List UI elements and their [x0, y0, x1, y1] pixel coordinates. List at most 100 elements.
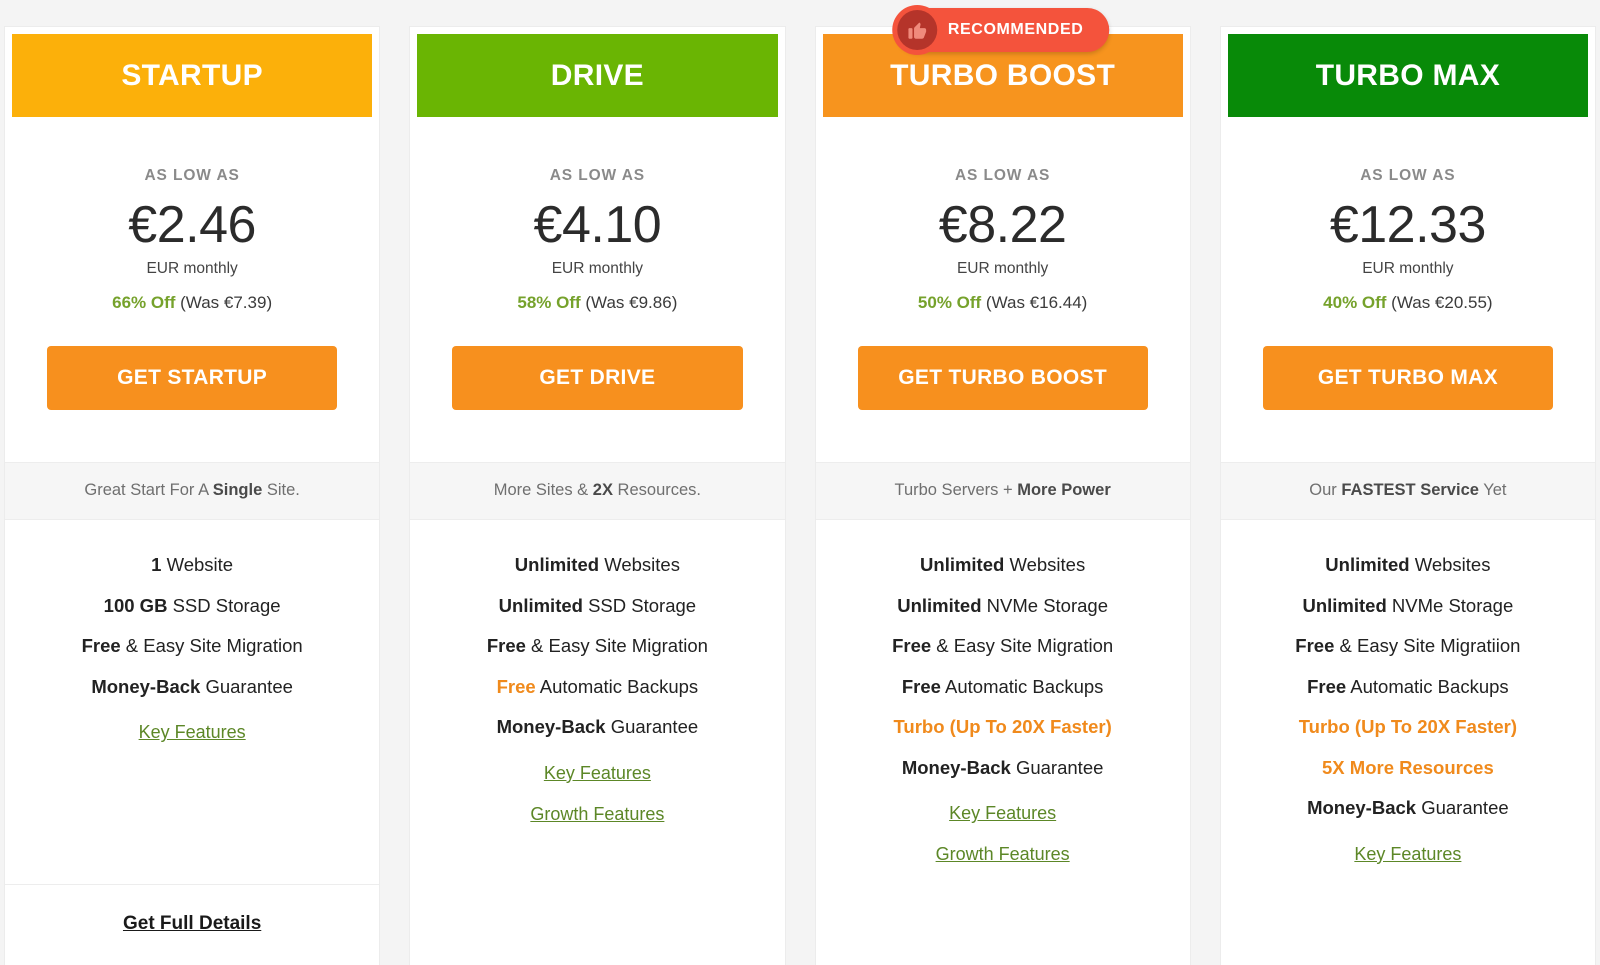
feature-links: Key Features	[1233, 844, 1583, 885]
as-low-as-label: AS LOW AS	[954, 167, 1051, 184]
tagline-band: More Sites & 2X Resources.	[410, 462, 785, 521]
cta-wrap: GET DRIVE	[410, 313, 784, 411]
badge-circle	[891, 5, 942, 55]
feature-text: Automatic Backups	[535, 675, 699, 697]
feature-links: Key Features	[17, 722, 367, 763]
feature-text: Websites	[1004, 554, 1086, 576]
feature-emphasis: Free	[486, 635, 526, 657]
discount-line: 50% Off (Was €16.44)	[830, 293, 1176, 313]
feature-item: Free & Easy Site Migration	[828, 635, 1178, 657]
plan-header-wrap: STARTUP	[5, 27, 379, 117]
feature-emphasis: Unlimited	[1325, 554, 1410, 576]
get-full-details-link[interactable]: Get Full Details	[123, 913, 261, 934]
feature-text: Guarantee	[200, 675, 293, 697]
as-low-as-label: AS LOW AS	[549, 167, 646, 184]
price-period: EUR monthly	[146, 260, 238, 278]
plan-header-wrap: RECOMMENDED TURBO BOOST	[816, 5, 1190, 117]
feature-item: 5X More Resources	[1322, 756, 1494, 778]
discount-original-price: (Was €16.44)	[981, 293, 1088, 313]
feature-item: Money-Back Guarantee	[1233, 797, 1583, 819]
price-block: AS LOW AS €8.22 EUR monthly 50% Off (Was €1…	[816, 117, 1190, 313]
plan-header-turbo-boost: RECOMMENDED TURBO BOOST	[822, 5, 1183, 117]
tagline-band: Great Start For A Single Site.	[5, 462, 380, 521]
plan-name: DRIVE	[550, 58, 644, 92]
feature-text: Automatic Backups	[1346, 675, 1509, 697]
feature-emphasis: Unlimited	[897, 594, 982, 616]
feature-emphasis: Money-Back	[901, 756, 1011, 778]
plan-card-turbo-boost: RECOMMENDED TURBO BOOST AS LOW AS €8.22 EUR …	[815, 5, 1190, 965]
link-key-features[interactable]: Key Features	[139, 722, 246, 743]
thumbs-up-icon	[896, 10, 937, 50]
plan-header-turbo-max: TURBO MAX	[1227, 34, 1588, 117]
price-block: AS LOW AS €2.46 EUR monthly 66% Off (Was €7…	[5, 117, 379, 313]
link-growth-features[interactable]: Growth Features	[936, 844, 1070, 865]
feature-text: Website	[161, 554, 234, 576]
link-key-features[interactable]: Key Features	[949, 803, 1056, 824]
price-block: AS LOW AS €12.33 EUR monthly 40% Off (Was €…	[1221, 117, 1595, 313]
plan-card-startup: STARTUP AS LOW AS €2.46 EUR monthly 66% Off …	[5, 27, 380, 965]
plan-tagline: Our FASTEST Service Yet	[1309, 481, 1507, 500]
price-period: EUR monthly	[1362, 260, 1454, 278]
discount-percent: 66% Off	[112, 293, 176, 313]
discount-line: 40% Off (Was €20.55)	[1235, 293, 1581, 313]
feature-text: & Easy Site Migration	[525, 635, 708, 657]
feature-text: SSD Storage	[582, 594, 697, 616]
get-plan-button-turbo-max[interactable]: GET TURBO MAX	[1262, 346, 1553, 411]
link-growth-features[interactable]: Growth Features	[530, 804, 664, 825]
price-amount: €4.10	[533, 196, 662, 254]
price-block: AS LOW AS €4.10 EUR monthly 58% Off (Was €9…	[410, 117, 784, 313]
feature-item: Free Automatic Backups	[1233, 675, 1583, 697]
feature-emphasis: Unlimited	[920, 554, 1005, 576]
feature-item: 1 Website	[17, 554, 367, 576]
feature-text: SSD Storage	[167, 594, 281, 616]
feature-text: & Easy Site Migration	[120, 635, 303, 657]
feature-emphasis: Money-Back	[496, 716, 606, 738]
feature-text: NVMe Storage	[1386, 594, 1514, 616]
price-amount: €2.46	[128, 196, 256, 254]
price-amount: €8.22	[938, 196, 1067, 254]
link-key-features[interactable]: Key Features	[544, 763, 651, 784]
price-period: EUR monthly	[551, 260, 644, 278]
feature-item: Free Automatic Backups	[828, 675, 1178, 697]
feature-emphasis: 100 GB	[103, 594, 168, 616]
get-plan-button-startup[interactable]: GET STARTUP	[47, 346, 338, 411]
feature-emphasis: Money-Back	[91, 675, 201, 697]
feature-item: Free & Easy Site Migration	[422, 635, 772, 657]
get-plan-button-drive[interactable]: GET DRIVE	[452, 346, 743, 411]
feature-highlight: Free	[496, 675, 536, 697]
plan-card-turbo-max: TURBO MAX AS LOW AS €12.33 EUR monthly 40% O…	[1220, 27, 1595, 965]
plan-name: STARTUP	[121, 58, 263, 92]
features-list: Unlimited Websites Unlimited SSD Storage F…	[410, 520, 784, 965]
get-plan-button-turbo-boost[interactable]: GET TURBO BOOST	[857, 346, 1148, 411]
feature-emphasis: Unlimited	[514, 554, 600, 576]
recommended-badge: RECOMMENDED	[891, 5, 1110, 55]
feature-item: 100 GB SSD Storage	[17, 594, 367, 616]
discount-percent: 58% Off	[517, 293, 581, 313]
feature-text: Guarantee	[605, 716, 699, 738]
feature-item: Money-Back Guarantee	[828, 756, 1178, 778]
feature-text: Guarantee	[1416, 797, 1509, 819]
plan-header-wrap: DRIVE	[410, 27, 784, 117]
price-amount: €12.33	[1329, 196, 1487, 254]
feature-emphasis: Free	[892, 635, 932, 657]
feature-item: Money-Back Guarantee	[17, 675, 367, 697]
discount-percent: 40% Off	[1323, 293, 1387, 313]
plan-card-drive: DRIVE AS LOW AS €4.10 EUR monthly 58% Off (W…	[410, 27, 785, 965]
feature-emphasis: Free	[1307, 675, 1347, 697]
feature-text: NVMe Storage	[981, 594, 1108, 616]
plan-name: TURBO BOOST	[890, 58, 1116, 92]
as-low-as-label: AS LOW AS	[1360, 167, 1456, 184]
cta-wrap: GET TURBO BOOST	[816, 313, 1190, 411]
link-key-features[interactable]: Key Features	[1354, 844, 1461, 865]
features-list: 1 Website 100 GB SSD Storage Free & Easy S…	[5, 520, 379, 884]
feature-item: Money-Back Guarantee	[422, 716, 772, 738]
discount-original-price: (Was €7.39)	[175, 293, 273, 313]
cta-wrap: GET TURBO MAX	[1221, 313, 1595, 411]
feature-text: Automatic Backups	[940, 675, 1104, 697]
feature-item: Free & Easy Site Migration	[17, 635, 367, 657]
feature-item: Unlimited NVMe Storage	[1233, 594, 1583, 616]
feature-emphasis: Unlimited	[1302, 594, 1387, 616]
